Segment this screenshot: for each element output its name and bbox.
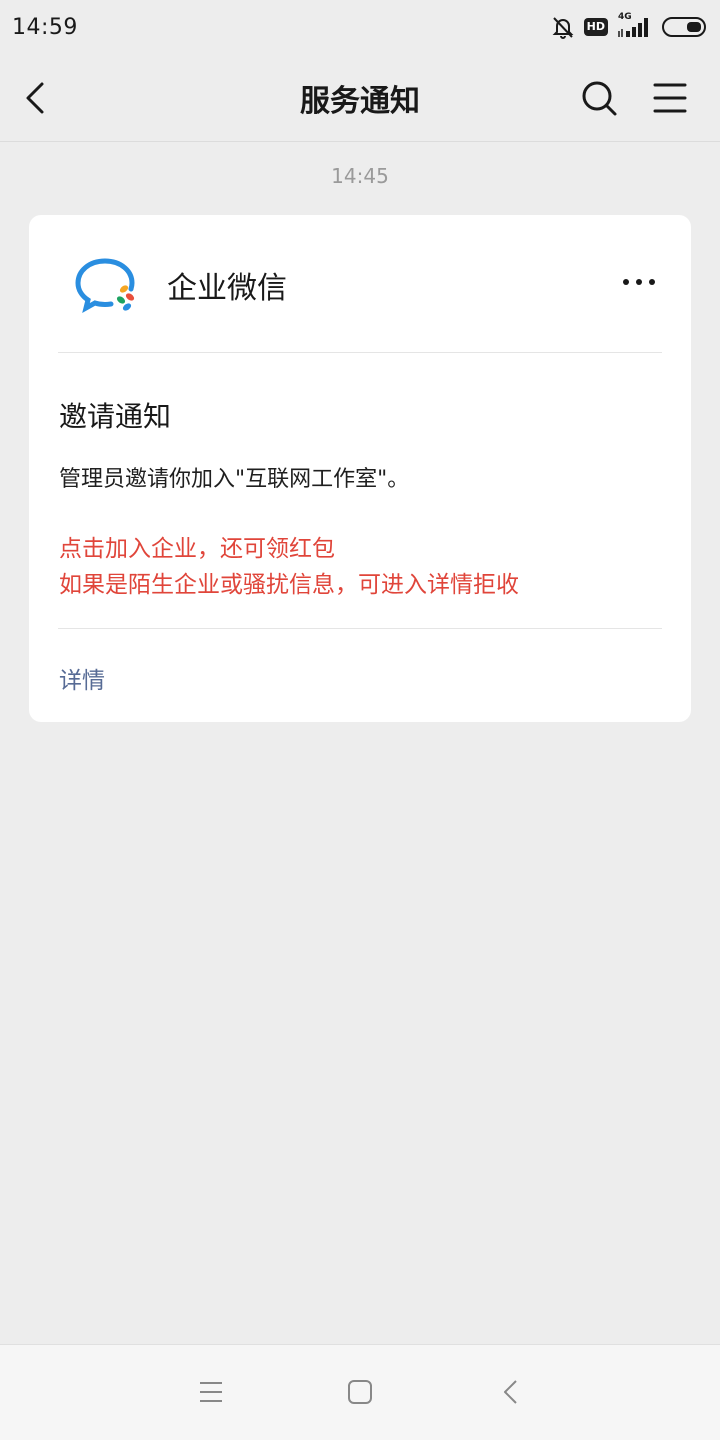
battery-icon — [662, 17, 706, 37]
page-title: 服务通知 — [300, 83, 420, 119]
system-nav-bar — [0, 1344, 720, 1440]
promo-line-1: 点击加入企业，还可领红包 — [59, 536, 335, 562]
notification-card[interactable]: 企业微信 邀请通知 管理员邀请你加入"互联网工作室"。 点击加入企业，还可领红包… — [29, 215, 691, 722]
search-icon[interactable] — [580, 79, 618, 117]
hd-icon: HD — [583, 18, 608, 36]
promo-line-2: 如果是陌生企业或骚扰信息，可进入详情拒收 — [59, 572, 519, 598]
home-icon[interactable] — [347, 1379, 373, 1405]
notification-title: 邀请通知 — [59, 400, 172, 433]
status-icons: HD 4G — [550, 12, 706, 40]
status-time: 14:59 — [12, 14, 78, 40]
app-name[interactable]: 企业微信 — [167, 263, 287, 307]
message-timestamp: 14:45 — [331, 164, 389, 188]
network-type-label: 4G — [618, 12, 632, 22]
detail-link[interactable]: 详情 — [59, 661, 105, 695]
header-divider — [58, 352, 662, 353]
footer-divider — [58, 628, 662, 629]
promo-text: 点击加入企业，还可领红包 如果是陌生企业或骚扰信息，可进入详情拒收 — [59, 531, 519, 603]
notification-description: 管理员邀请你加入"互联网工作室"。 — [59, 467, 410, 492]
back-icon[interactable] — [500, 1379, 526, 1405]
signal-icon: 4G — [616, 12, 654, 39]
menu-icon[interactable] — [652, 80, 688, 116]
mute-bell-icon — [552, 17, 574, 39]
card-header: 企业微信 — [29, 215, 691, 353]
navigation-bar: 服务通知 — [0, 54, 720, 142]
more-options-icon[interactable] — [619, 270, 659, 294]
status-bar: 14:59 HD 4G — [0, 0, 720, 54]
recent-apps-icon[interactable] — [198, 1379, 224, 1405]
wecom-logo-icon[interactable] — [74, 255, 136, 313]
back-chevron-icon[interactable] — [22, 80, 52, 116]
battery-level — [687, 22, 701, 32]
